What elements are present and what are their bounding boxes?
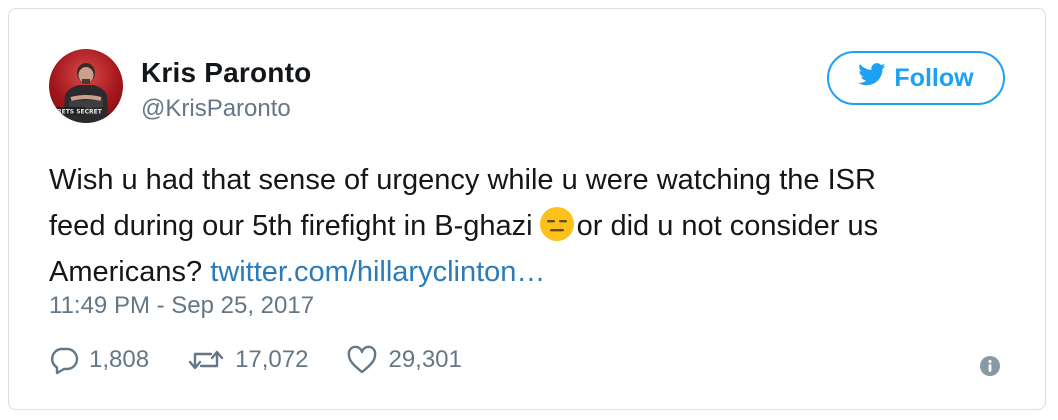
tweet-line-2: feed during our 5th firefight in B-ghazi…	[49, 203, 1009, 249]
author-name[interactable]: Kris Paronto	[141, 57, 311, 89]
like-button[interactable]: 29,301	[346, 345, 462, 375]
follow-label: Follow	[894, 63, 974, 92]
tweet-line-2-start: feed during our 5th firefight in B-ghazi	[49, 210, 533, 242]
author-handle[interactable]: @KrisParonto	[141, 95, 291, 123]
tweet-timestamp[interactable]: 11:49 PM - Sep 25, 2017	[49, 292, 314, 320]
reply-count: 1,808	[89, 346, 150, 373]
avatar-text: RETS SECRET	[57, 109, 103, 116]
twitter-bird-icon	[858, 63, 886, 93]
tweet-text: Wish u had that sense of urgency while u…	[49, 157, 1009, 295]
retweet-icon	[188, 350, 224, 370]
reply-icon	[50, 347, 79, 375]
tweet-line-2-end: or did u not consider us	[576, 210, 879, 242]
tweet-line-3-text: Americans?	[49, 256, 203, 288]
retweet-count: 17,072	[235, 346, 309, 373]
heart-icon	[348, 345, 377, 374]
tweet-line-3: Americans? twitter.com/hillaryclinton…	[49, 249, 1009, 295]
avatar-image: RETS SECRET	[55, 63, 109, 123]
tweet-card: RETS SECRET Kris Paronto @KrisParonto Fo…	[8, 8, 1046, 410]
tweet-actions: 1,808 17,072 29,301	[49, 345, 500, 375]
avatar[interactable]: RETS SECRET	[49, 49, 123, 123]
tweet-link[interactable]: twitter.com/hillaryclinton…	[210, 256, 545, 288]
tweet-line-1: Wish u had that sense of urgency while u…	[49, 164, 876, 196]
expressionless-face-emoji-icon	[539, 207, 574, 241]
like-count: 29,301	[388, 346, 462, 373]
reply-button[interactable]: 1,808	[49, 345, 149, 375]
follow-button[interactable]: Follow	[827, 51, 1005, 105]
retweet-button[interactable]: 17,072	[187, 345, 308, 375]
info-icon[interactable]	[979, 355, 1001, 377]
